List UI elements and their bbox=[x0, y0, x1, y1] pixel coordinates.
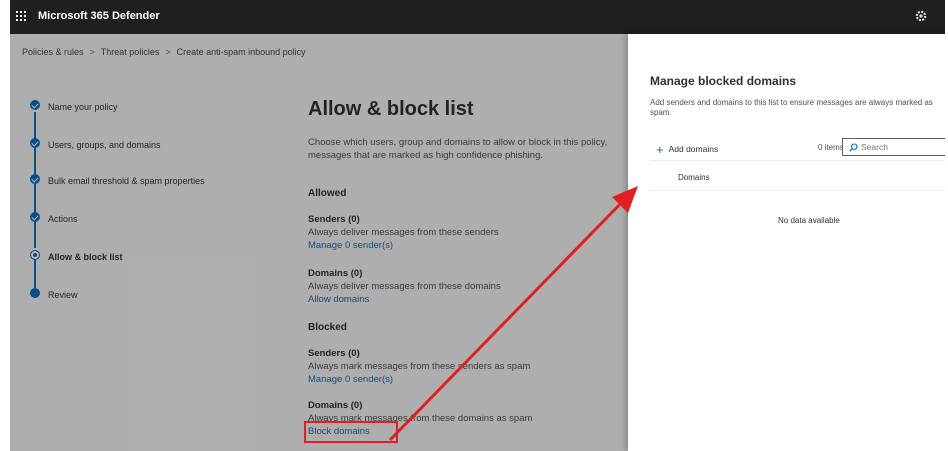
annotation-arrow bbox=[388, 186, 638, 442]
